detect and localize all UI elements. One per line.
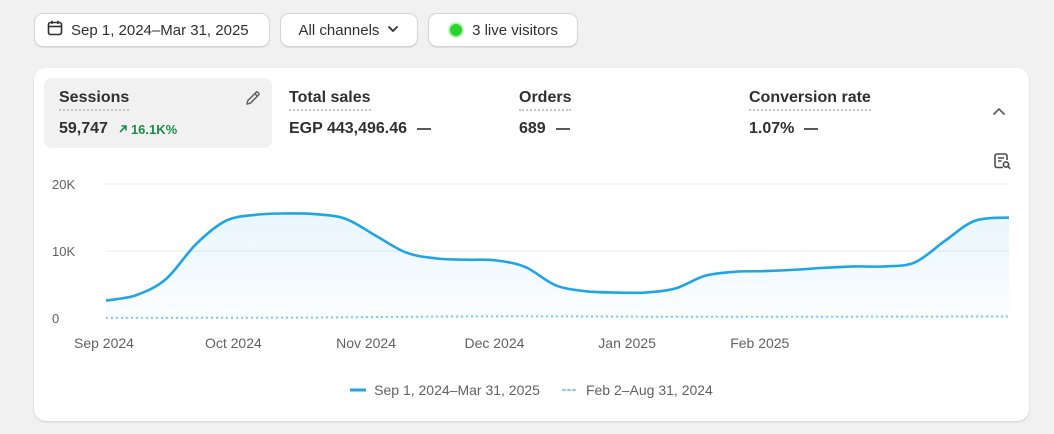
- chevron-down-icon: [387, 22, 399, 39]
- y-tick-label: 20K: [52, 177, 75, 192]
- y-tick-label: 10K: [52, 244, 75, 259]
- x-tick-label: Jan 2025: [598, 335, 656, 351]
- channels-label: All channels: [298, 21, 380, 39]
- x-tick-label: Sep 2024: [74, 335, 134, 351]
- legend-item-comparison[interactable]: Feb 2–Aug 31, 2024: [561, 382, 713, 398]
- analytics-card: Sessions 59,747 16.1K% Total sales EGP 4…: [34, 68, 1029, 421]
- date-range-button[interactable]: Sep 1, 2024–Mar 31, 2025: [34, 13, 270, 47]
- legend-label: Feb 2–Aug 31, 2024: [585, 382, 713, 398]
- sessions-chart: 0 10K 20K Sep 2024 Oct 2024 Nov 2024 Dec 2024 J…: [52, 177, 1010, 351]
- x-tick-label: Nov 2024: [336, 335, 396, 351]
- legend-item-current[interactable]: Sep 1, 2024–Mar 31, 2025: [350, 382, 540, 398]
- date-range-label: Sep 1, 2024–Mar 31, 2025: [71, 21, 249, 39]
- calendar-icon: [47, 20, 63, 40]
- live-visitors-label: 3 live visitors: [472, 21, 558, 39]
- x-tick-label: Dec 2024: [464, 335, 524, 351]
- channels-dropdown[interactable]: All channels: [280, 13, 418, 47]
- legend-swatch-solid: [350, 388, 367, 392]
- x-tick-label: Feb 2025: [730, 335, 789, 351]
- chart-legend: Sep 1, 2024–Mar 31, 2025 Feb 2–Aug 31, 2…: [34, 382, 1029, 398]
- live-status-dot: [448, 22, 465, 38]
- toolbar: Sep 1, 2024–Mar 31, 2025 All channels 3 …: [34, 13, 578, 47]
- y-tick-label: 0: [52, 311, 59, 326]
- x-tick-label: Oct 2024: [205, 335, 262, 351]
- legend-swatch-dotted: [561, 389, 578, 391]
- legend-label: Sep 1, 2024–Mar 31, 2025: [374, 382, 540, 398]
- live-visitors-button[interactable]: 3 live visitors: [428, 13, 578, 47]
